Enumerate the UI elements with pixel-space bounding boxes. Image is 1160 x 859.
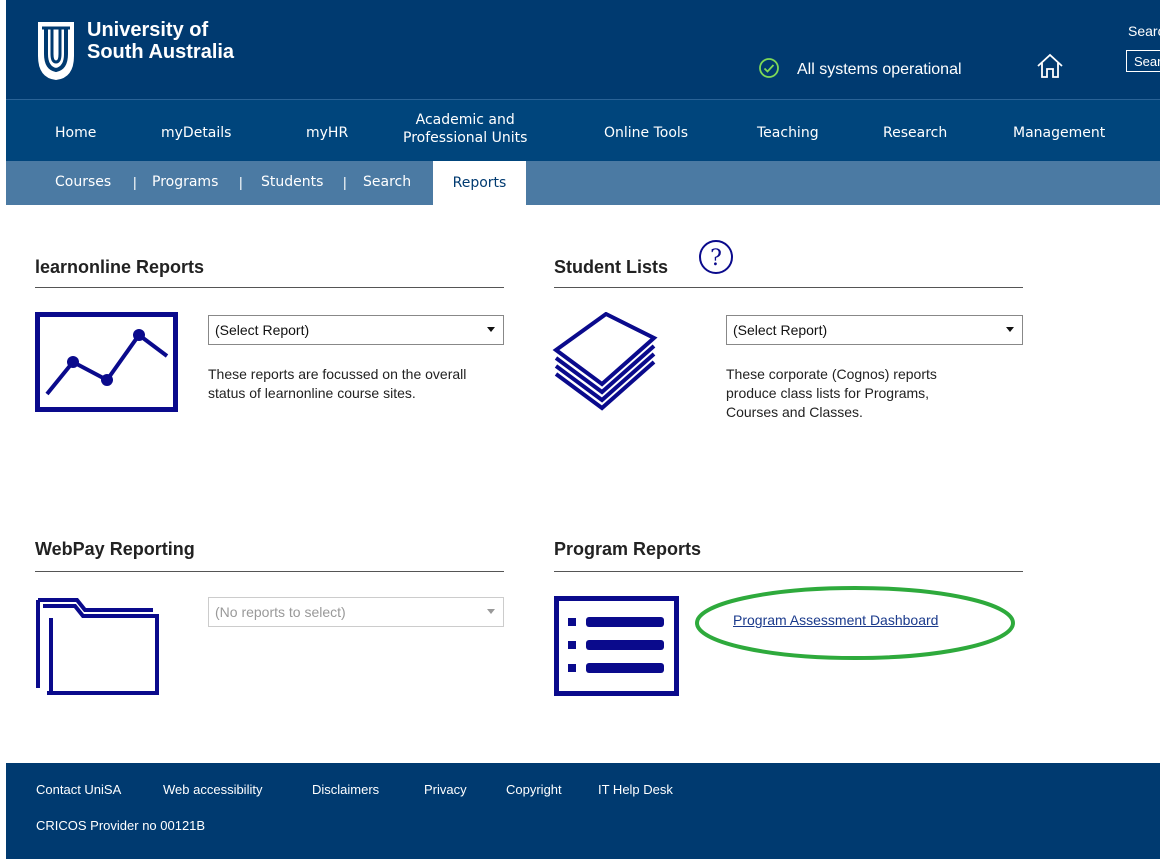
system-status-text: All systems operational — [797, 61, 962, 78]
student-lists-description-line-2: produce class lists for Programs, — [726, 385, 930, 401]
webpay-report-select[interactable]: (No reports to select) — [208, 597, 504, 627]
subnav-reports-active[interactable]: Reports — [433, 161, 526, 205]
nav-mydetails[interactable]: myDetails — [161, 124, 231, 142]
chevron-down-icon — [487, 327, 495, 332]
learnonline-description: These reports are focussed on the overal… — [208, 365, 466, 403]
line-chart-icon — [35, 312, 178, 412]
nav-management[interactable]: Management — [1013, 124, 1105, 142]
footer-disclaimers-link[interactable]: Disclaimers — [312, 782, 379, 797]
learnonline-report-select[interactable]: (Select Report) — [208, 315, 504, 345]
logo-text[interactable]: University of South Australia — [87, 19, 234, 63]
footer-copyright-link[interactable]: Copyright — [506, 782, 562, 797]
subnav-courses[interactable]: Courses — [55, 174, 111, 190]
list-icon — [554, 596, 679, 696]
cricos-provider-text: CRICOS Provider no 00121B — [36, 818, 206, 833]
nav-myhr[interactable]: myHR — [306, 124, 348, 142]
webpay-title: WebPay Reporting — [35, 539, 195, 559]
section-divider — [554, 287, 1023, 288]
site-footer: Contact UniSA Web accessibility Disclaim… — [6, 763, 1160, 859]
site-header: University of South Australia All system… — [6, 0, 1160, 99]
nav-research[interactable]: Research — [883, 124, 947, 142]
footer-helpdesk-link[interactable]: IT Help Desk — [598, 782, 673, 797]
help-icon[interactable]: ? — [698, 239, 734, 275]
subnav-search[interactable]: Search — [363, 174, 411, 190]
sub-nav: Courses | Programs | Students | Search R… — [6, 161, 1160, 205]
nav-academic-units[interactable]: Academic and Professional Units — [403, 111, 527, 147]
learnonline-description-line-2: status of learnonline course sites. — [208, 385, 416, 401]
home-icon[interactable] — [1035, 52, 1065, 80]
subnav-separator: | — [133, 174, 137, 190]
stacked-papers-icon — [552, 312, 658, 411]
nav-academic-line-2: Professional Units — [403, 130, 528, 146]
student-lists-description: These corporate (Cognos) reports produce… — [726, 365, 937, 422]
footer-privacy-link[interactable]: Privacy — [424, 782, 467, 797]
chevron-down-icon — [487, 609, 495, 614]
student-lists-select-value: (Select Report) — [733, 322, 828, 338]
folder-icon — [36, 598, 159, 695]
search-input[interactable] — [1126, 50, 1160, 72]
webpay-select-value: (No reports to select) — [215, 604, 346, 620]
subnav-programs[interactable]: Programs — [152, 174, 218, 190]
subnav-students[interactable]: Students — [261, 174, 323, 190]
student-lists-description-line-3: Courses and Classes. — [726, 404, 863, 420]
section-divider — [35, 287, 504, 288]
subnav-separator: | — [343, 174, 347, 190]
chevron-down-icon — [1006, 327, 1014, 332]
logo-line-2: South Australia — [87, 41, 235, 63]
nav-home[interactable]: Home — [55, 124, 96, 142]
check-circle-icon — [759, 58, 779, 78]
nav-academic-line-1: Academic and — [415, 112, 515, 128]
subnav-separator: | — [239, 174, 243, 190]
main-nav: Home myDetails myHR Academic and Profess… — [6, 99, 1160, 161]
unisa-logo-icon[interactable] — [36, 18, 76, 82]
student-lists-title: Student Lists — [554, 257, 669, 277]
section-divider — [35, 571, 504, 572]
learnonline-description-line-1: These reports are focussed on the overal… — [208, 366, 467, 382]
footer-contact-link[interactable]: Contact UniSA — [36, 782, 121, 797]
program-reports-title: Program Reports — [554, 539, 702, 559]
learnonline-select-value: (Select Report) — [215, 322, 310, 338]
nav-online-tools[interactable]: Online Tools — [604, 124, 688, 142]
learnonline-title: learnonline Reports — [35, 257, 205, 277]
nav-teaching[interactable]: Teaching — [757, 124, 819, 142]
footer-accessibility-link[interactable]: Web accessibility — [163, 782, 262, 797]
program-assessment-dashboard-link[interactable]: Program Assessment Dashboard — [733, 612, 938, 628]
student-lists-report-select[interactable]: (Select Report) — [726, 315, 1023, 345]
student-lists-description-line-1: These corporate (Cognos) reports — [726, 366, 937, 382]
svg-text:?: ? — [710, 246, 722, 271]
logo-line-1: University of — [87, 19, 209, 41]
section-divider — [554, 571, 1023, 572]
search-label: Search — [1128, 23, 1160, 39]
